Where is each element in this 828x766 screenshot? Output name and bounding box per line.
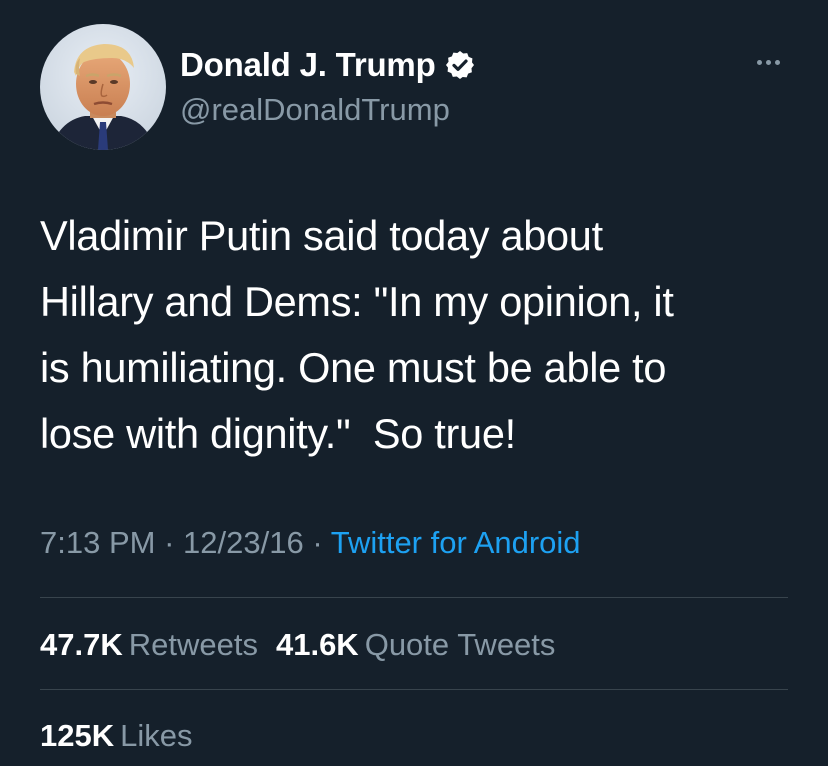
retweets-count: 47.7K — [40, 627, 123, 662]
quote-tweets-label: Quote Tweets — [364, 627, 556, 662]
tweet-source-link[interactable]: Twitter for Android — [331, 525, 581, 560]
retweets-stat[interactable]: 47.7K Retweets — [40, 627, 258, 662]
tweet-text-line: Vladimir Putin said today about — [40, 212, 603, 259]
tweet-text: Vladimir Putin said today about Hillary … — [40, 203, 800, 467]
avatar-image — [40, 24, 166, 150]
display-name[interactable]: Donald J. Trump — [180, 46, 436, 84]
user-handle[interactable]: @realDonaldTrump — [180, 92, 476, 128]
tweet-meta: 7:13 PM · 12/23/16 · Twitter for Android — [40, 525, 581, 561]
divider — [40, 597, 788, 598]
display-name-row: Donald J. Trump — [180, 44, 476, 86]
quote-tweets-stat[interactable]: 41.6K Quote Tweets — [276, 627, 555, 662]
likes-stats: 125K Likes — [40, 718, 210, 754]
tweet-header: Donald J. Trump @realDonaldTrump — [40, 24, 800, 150]
meta-separator: · — [164, 525, 175, 560]
tweet-date[interactable]: 12/23/16 — [183, 525, 304, 560]
tweet-detail: Donald J. Trump @realDonaldTrump Vladimi… — [0, 0, 828, 766]
avatar[interactable] — [40, 24, 166, 150]
user-names: Donald J. Trump @realDonaldTrump — [180, 44, 476, 128]
quote-tweets-count: 41.6K — [275, 627, 359, 662]
tweet-time[interactable]: 7:13 PM — [40, 525, 155, 560]
verified-badge-icon — [444, 49, 476, 81]
engagement-stats: 47.7K Retweets 41.6K Quote Tweets — [40, 627, 573, 663]
more-options-icon[interactable] — [748, 50, 788, 74]
likes-stat[interactable]: 125K Likes — [40, 718, 192, 753]
retweets-label: Retweets — [128, 627, 258, 662]
tweet-text-line: is humiliating. One must be able to — [40, 344, 667, 391]
tweet-text-line: lose with dignity." So true! — [40, 410, 516, 457]
likes-label: Likes — [120, 718, 193, 753]
likes-count: 125K — [40, 718, 115, 753]
tweet-text-line: Hillary and Dems: "In my opinion, it — [40, 278, 674, 325]
divider — [40, 689, 788, 690]
meta-separator: · — [312, 525, 323, 560]
